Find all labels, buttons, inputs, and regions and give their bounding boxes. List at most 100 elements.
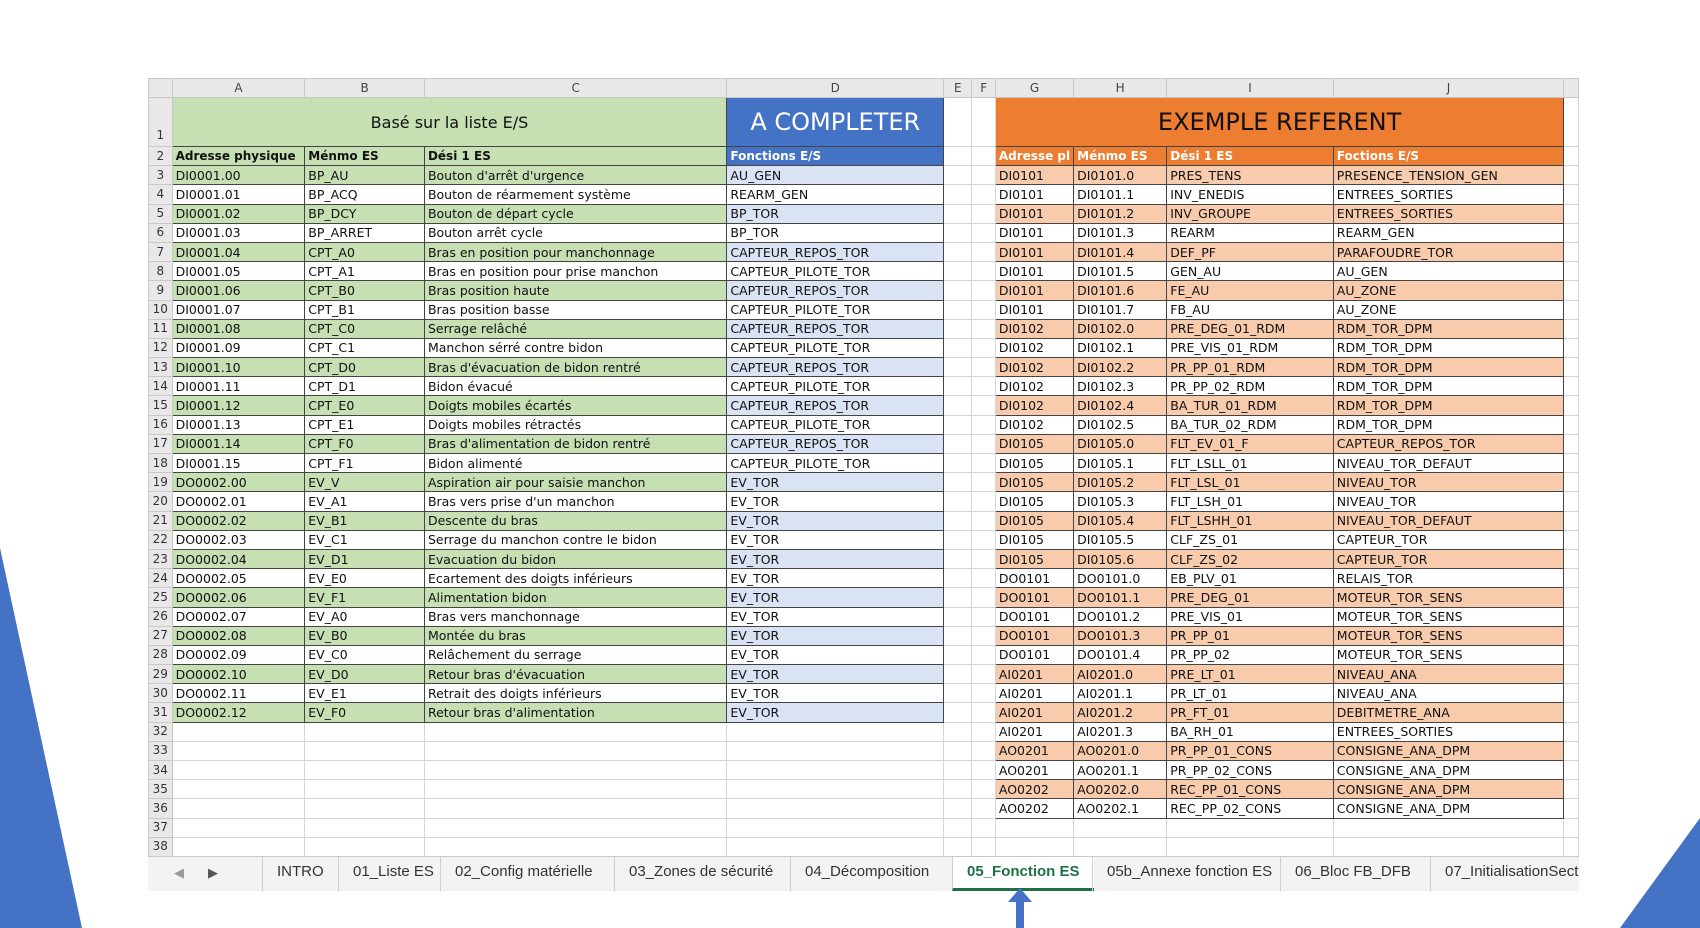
- cell[interactable]: [943, 203, 973, 224]
- cell[interactable]: [971, 644, 996, 666]
- table-cell[interactable]: BA_TUR_01_RDM: [1166, 395, 1334, 416]
- table-cell[interactable]: FLT_LSLL_01: [1166, 452, 1334, 474]
- table-cell[interactable]: CPT_A0: [304, 241, 425, 263]
- column-header-j[interactable]: J: [1332, 78, 1565, 98]
- table-cell[interactable]: DI0001.11: [171, 376, 306, 397]
- column-label[interactable]: Ménmo ES: [1073, 145, 1168, 167]
- table-cell[interactable]: Relâchement du serrage: [423, 644, 728, 666]
- table-cell[interactable]: FLT_EV_01_F: [1166, 433, 1334, 455]
- table-cell[interactable]: CLF_ZS_02: [1166, 548, 1334, 570]
- table-cell[interactable]: EV_TOR: [726, 568, 945, 589]
- table-cell[interactable]: DO0101.3: [1073, 625, 1168, 646]
- cell[interactable]: [726, 740, 945, 762]
- table-cell[interactable]: BP_DCY: [304, 203, 425, 224]
- cell[interactable]: [971, 472, 996, 493]
- table-cell[interactable]: Bras position basse: [423, 299, 728, 320]
- table-cell[interactable]: AO0201.1: [1073, 759, 1168, 781]
- cell[interactable]: [943, 357, 973, 378]
- cell[interactable]: [1563, 529, 1579, 550]
- cell[interactable]: [943, 452, 973, 474]
- table-cell[interactable]: Bidon alimenté: [423, 452, 728, 474]
- table-cell[interactable]: AU_GEN: [1332, 261, 1565, 282]
- cell[interactable]: [943, 625, 973, 646]
- table-cell[interactable]: DO0002.10: [171, 664, 306, 685]
- table-cell[interactable]: DI0001.03: [171, 222, 306, 243]
- table-cell[interactable]: Bras vers prise d'un manchon: [423, 491, 728, 512]
- row-header[interactable]: 26: [148, 606, 173, 627]
- row-header[interactable]: 34: [148, 759, 173, 781]
- table-cell[interactable]: PR_FT_01: [1166, 702, 1334, 723]
- column-label[interactable]: Ménmo ES: [304, 145, 425, 167]
- table-cell[interactable]: DI0101.7: [1073, 299, 1168, 320]
- table-cell[interactable]: DI0101: [994, 203, 1075, 224]
- table-cell[interactable]: CPT_B1: [304, 299, 425, 320]
- table-cell[interactable]: AO0202: [994, 798, 1075, 819]
- table-cell[interactable]: EV_C1: [304, 529, 425, 550]
- cell[interactable]: [943, 529, 973, 550]
- table-cell[interactable]: NIVEAU_ANA: [1332, 683, 1565, 704]
- table-cell[interactable]: CAPTEUR_REPOS_TOR: [726, 357, 945, 378]
- table-cell[interactable]: DO0002.08: [171, 625, 306, 646]
- cell[interactable]: [1073, 817, 1168, 838]
- table-cell[interactable]: EV_TOR: [726, 664, 945, 685]
- table-cell[interactable]: MOTEUR_TOR_SENS: [1332, 606, 1565, 627]
- column-label[interactable]: Adresse physique: [171, 145, 306, 167]
- cell[interactable]: [1166, 817, 1334, 838]
- table-cell[interactable]: EV_TOR: [726, 491, 945, 512]
- cell[interactable]: [304, 779, 425, 800]
- row-header[interactable]: 8: [148, 261, 173, 282]
- row-header[interactable]: 18: [148, 452, 173, 474]
- table-cell[interactable]: AI0201.3: [1073, 721, 1168, 742]
- row-header[interactable]: 4: [148, 184, 173, 205]
- table-cell[interactable]: RDM_TOR_DPM: [1332, 414, 1565, 435]
- table-cell[interactable]: DI0102.4: [1073, 395, 1168, 416]
- table-cell[interactable]: CONSIGNE_ANA_DPM: [1332, 740, 1565, 762]
- table-cell[interactable]: EV_B1: [304, 510, 425, 531]
- row-header[interactable]: 22: [148, 529, 173, 550]
- table-cell[interactable]: DI0101.5: [1073, 261, 1168, 282]
- cell[interactable]: [1563, 548, 1579, 570]
- cell[interactable]: [171, 836, 306, 857]
- table-cell[interactable]: EB_PLV_01: [1166, 568, 1334, 589]
- table-cell[interactable]: CPT_C0: [304, 318, 425, 339]
- cell[interactable]: [943, 97, 973, 147]
- table-cell[interactable]: EV_TOR: [726, 625, 945, 646]
- cell[interactable]: [171, 817, 306, 838]
- table-cell[interactable]: BA_RH_01: [1166, 721, 1334, 742]
- row-header[interactable]: 35: [148, 779, 173, 800]
- column-header-k[interactable]: [1563, 78, 1579, 98]
- table-cell[interactable]: RDM_TOR_DPM: [1332, 395, 1565, 416]
- cell[interactable]: [1563, 740, 1579, 762]
- table-cell[interactable]: REARM: [1166, 222, 1334, 243]
- table-cell[interactable]: CAPTEUR_REPOS_TOR: [726, 280, 945, 301]
- cell[interactable]: [1563, 318, 1579, 339]
- table-cell[interactable]: GEN_AU: [1166, 261, 1334, 282]
- table-cell[interactable]: DI0101: [994, 165, 1075, 186]
- cell[interactable]: [971, 702, 996, 723]
- table-cell[interactable]: EV_TOR: [726, 587, 945, 608]
- cell[interactable]: [1563, 433, 1579, 455]
- cell[interactable]: [1563, 472, 1579, 493]
- table-cell[interactable]: EV_D1: [304, 548, 425, 570]
- chevron-left-icon[interactable]: ◀: [174, 865, 184, 881]
- cell[interactable]: [943, 433, 973, 455]
- cell[interactable]: [1563, 165, 1579, 186]
- table-cell[interactable]: Bouton arrêt cycle: [423, 222, 728, 243]
- table-cell[interactable]: DI0001.14: [171, 433, 306, 455]
- table-cell[interactable]: Evacuation du bidon: [423, 548, 728, 570]
- table-cell[interactable]: AU_GEN: [726, 165, 945, 186]
- table-cell[interactable]: Ecartement des doigts inférieurs: [423, 568, 728, 589]
- cell[interactable]: [971, 568, 996, 589]
- table-cell[interactable]: NIVEAU_TOR_DEFAUT: [1332, 510, 1565, 531]
- cell[interactable]: [1563, 203, 1579, 224]
- table-cell[interactable]: FLT_LSL_01: [1166, 472, 1334, 493]
- table-cell[interactable]: DO0002.01: [171, 491, 306, 512]
- cell[interactable]: [726, 836, 945, 857]
- table-cell[interactable]: CAPTEUR_PILOTE_TOR: [726, 414, 945, 435]
- cell[interactable]: [943, 702, 973, 723]
- table-cell[interactable]: Bras d'évacuation de bidon rentré: [423, 357, 728, 378]
- cell[interactable]: [1563, 184, 1579, 205]
- table-cell[interactable]: AO0201.0: [1073, 740, 1168, 762]
- table-cell[interactable]: DI0102.5: [1073, 414, 1168, 435]
- cell[interactable]: [1073, 836, 1168, 857]
